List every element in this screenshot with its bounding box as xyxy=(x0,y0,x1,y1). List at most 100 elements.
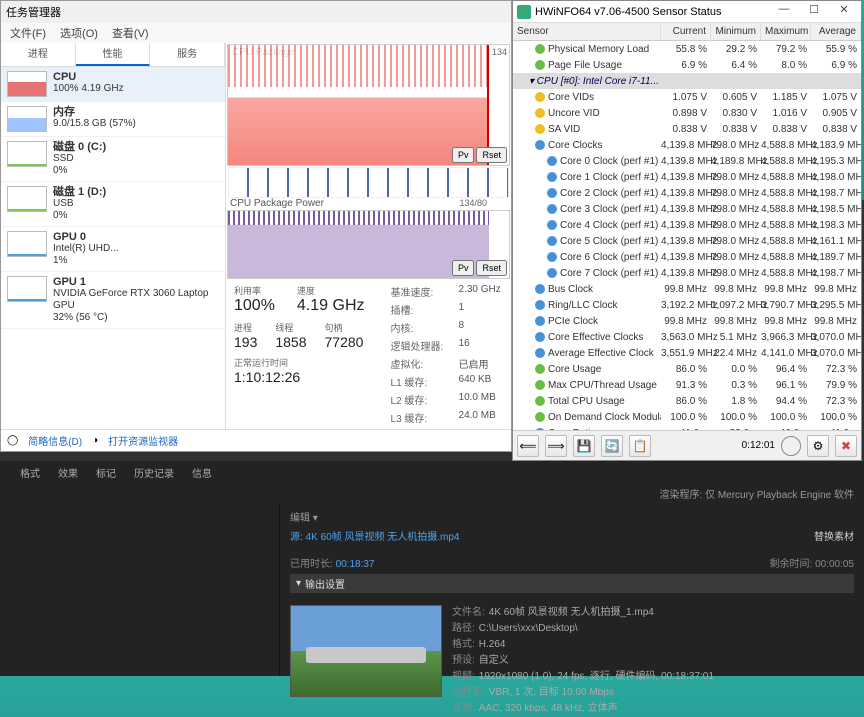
less-details-link[interactable]: 简略信息(D) xyxy=(28,433,82,448)
sensor-row[interactable]: Page File Usage6.9 %6.4 %8.0 %6.9 % xyxy=(513,57,861,73)
sensor-row[interactable]: Uncore VID0.898 V0.830 V1.016 V0.905 V xyxy=(513,105,861,121)
remain-label: 剩余时间: xyxy=(770,559,813,570)
sensor-row[interactable]: Core 6 Clock (perf #1)4,139.8 MHz798.0 M… xyxy=(513,249,861,265)
sensor-row[interactable]: Ring/LLC Clock3,192.2 MHz1,097.2 MHz3,79… xyxy=(513,297,861,313)
tool-settings[interactable]: ⚙ xyxy=(807,435,829,457)
chart2-reset-button[interactable]: Rset xyxy=(476,260,507,276)
chart2-prev-button[interactable]: Pv xyxy=(452,260,475,276)
tool-back[interactable]: ⟸ xyxy=(517,435,539,457)
tool-copy[interactable]: 📋 xyxy=(629,435,651,457)
sensor-row[interactable]: PCIe Clock99.8 MHz99.8 MHz99.8 MHz99.8 M… xyxy=(513,313,861,329)
sensor-row[interactable]: On Demand Clock Modulat...100.0 %100.0 %… xyxy=(513,409,861,425)
chart2-title: CPU Package Power xyxy=(230,198,324,209)
sensor-row[interactable]: Core Effective Clocks3,563.0 MHz5.1 MHz3… xyxy=(513,329,861,345)
expand-icon: ◯ xyxy=(7,435,18,446)
dot-icon xyxy=(547,156,557,166)
sensor-row[interactable]: Core 3 Clock (perf #1)4,139.8 MHz798.0 M… xyxy=(513,201,861,217)
sidebar-item-磁盘[interactable]: 磁盘 0 (C:)SSD0% xyxy=(1,137,225,182)
sensor-row[interactable]: Physical Memory Load55.8 %29.2 %79.2 %55… xyxy=(513,41,861,57)
sidebar-item-cpu[interactable]: CPU100% 4.19 GHz xyxy=(1,67,225,102)
sensor-group[interactable]: ▾ CPU [#0]: Intel Core i7-11... xyxy=(513,73,861,89)
video-thumbnail[interactable] xyxy=(290,605,442,697)
col-max[interactable]: Maximum xyxy=(761,23,811,40)
mini-chart xyxy=(7,276,47,302)
tm-menubar: 文件(F) 选项(O) 查看(V) xyxy=(1,23,511,43)
threads-value: 1858 xyxy=(275,334,306,350)
tm-title: 任务管理器 xyxy=(6,4,61,20)
sensor-row[interactable]: Average Effective Clock3,551.9 MHz22.4 M… xyxy=(513,345,861,361)
l2-value: 10.0 MB xyxy=(459,392,496,407)
hw-toolbar: ⟸ ⟹ 💾 🔄 📋 0:12:01 ⚙ ✖ xyxy=(513,430,861,460)
handles-value: 77280 xyxy=(325,334,364,350)
sensor-row[interactable]: Core 1 Clock (perf #1)4,139.8 MHz798.0 M… xyxy=(513,169,861,185)
transcode-label[interactable]: 替换素材 xyxy=(814,528,854,543)
virt-label: 虚拟化: xyxy=(391,356,451,371)
tab-services[interactable]: 服务 xyxy=(150,43,225,66)
dot-icon xyxy=(535,284,545,294)
sidebar-item-内存[interactable]: 内存9.0/15.8 GB (57%) xyxy=(1,102,225,137)
sensor-row[interactable]: Total CPU Usage86.0 %1.8 %94.4 %72.3 % xyxy=(513,393,861,409)
clip-tab[interactable]: ▾ 输出设置 xyxy=(290,574,854,593)
tm-tabs: 进程 性能 服务 xyxy=(1,43,225,67)
tab-performance[interactable]: 性能 xyxy=(76,43,151,66)
sensor-row[interactable]: Core Clocks4,139.8 MHz798.0 MHz4,588.8 M… xyxy=(513,137,861,153)
tm-footer: ◯ 简略信息(D) ◑ 打开资源监视器 xyxy=(1,429,511,451)
sensor-row[interactable]: Max CPU/Thread Usage91.3 %0.3 %96.1 %79.… xyxy=(513,377,861,393)
dot-icon xyxy=(547,204,557,214)
sidebar-item-gpu[interactable]: GPU 1NVIDIA GeForce RTX 3060 Laptop GPU3… xyxy=(1,272,225,329)
close-button[interactable]: ✕ xyxy=(831,3,857,21)
sidebar-item-磁盘[interactable]: 磁盘 1 (D:)USB0% xyxy=(1,182,225,227)
dot-icon xyxy=(547,188,557,198)
source-label: 源: 4K 60帧 风景视频 无人机拍摄.mp4 xyxy=(290,528,459,543)
lp-label: 逻辑处理器: xyxy=(391,338,451,353)
clip-metadata: 文件名:4K 60帧 风景视频 无人机拍摄_1.mp4路径:C:\Users\x… xyxy=(452,605,854,717)
sensor-row[interactable]: Core Usage86.0 %0.0 %96.4 %72.3 % xyxy=(513,361,861,377)
speed-label: 速度 xyxy=(297,284,365,297)
col-min[interactable]: Minimum xyxy=(711,23,761,40)
sensor-row[interactable]: Core VIDs1.075 V0.605 V1.185 V1.075 V xyxy=(513,89,861,105)
minimize-button[interactable]: — xyxy=(771,3,797,21)
chart1-reset-button[interactable]: Rset xyxy=(476,147,507,163)
tab-markers[interactable]: 标记 xyxy=(96,465,116,480)
core-value: 8 xyxy=(459,320,465,335)
col-current[interactable]: Current xyxy=(661,23,711,40)
sensor-row[interactable]: SA VID0.838 V0.838 V0.838 V0.838 V xyxy=(513,121,861,137)
sidebar-item-gpu[interactable]: GPU 0Intel(R) UHD...1% xyxy=(1,227,225,272)
tool-close[interactable]: ✖ xyxy=(835,435,857,457)
dot-icon xyxy=(535,140,545,150)
sensor-row[interactable]: Core 4 Clock (perf #1)4,139.8 MHz798.0 M… xyxy=(513,217,861,233)
tm-titlebar[interactable]: 任务管理器 xyxy=(1,1,511,23)
menu-view[interactable]: 查看(V) xyxy=(108,23,153,43)
col-sensor[interactable]: Sensor xyxy=(513,23,661,40)
tab-processes[interactable]: 进程 xyxy=(1,43,76,66)
dot-icon xyxy=(535,380,545,390)
tool-fwd[interactable]: ⟹ xyxy=(545,435,567,457)
sensor-row[interactable]: Core 2 Clock (perf #1)4,139.8 MHz798.0 M… xyxy=(513,185,861,201)
sensor-row[interactable]: Core 0 Clock (perf #1)4,139.8 MHz4,189.8… xyxy=(513,153,861,169)
tool-refresh[interactable]: 🔄 xyxy=(601,435,623,457)
sensor-row[interactable]: Core 5 Clock (perf #1)4,139.8 MHz798.0 M… xyxy=(513,233,861,249)
renderer-value: 仅 Mercury Playback Engine 软件 xyxy=(705,486,854,501)
menu-options[interactable]: 选项(O) xyxy=(56,23,102,43)
chart1-prev-button[interactable]: Pv xyxy=(452,147,475,163)
tab-format[interactable]: 格式 xyxy=(20,465,40,480)
cpu-chart: CPU Package 134 Pv Rset xyxy=(227,44,510,166)
proc-label: 进程 xyxy=(234,321,257,334)
clock-icon[interactable] xyxy=(781,436,801,456)
tab-info[interactable]: 信息 xyxy=(192,465,212,480)
dot-icon xyxy=(535,108,545,118)
tm-right-pane: CPU Package 134 Pv Rset CPU Package Powe… xyxy=(226,43,511,429)
tab-effects[interactable]: 效果 xyxy=(58,465,78,480)
sock-label: 插槽: xyxy=(391,302,451,317)
tab-history[interactable]: 历史记录 xyxy=(134,465,174,480)
hw-sensor-list[interactable]: Physical Memory Load55.8 %29.2 %79.2 %55… xyxy=(513,41,861,430)
tool-save[interactable]: 💾 xyxy=(573,435,595,457)
sensor-row[interactable]: Core 7 Clock (perf #1)4,139.8 MHz798.0 M… xyxy=(513,265,861,281)
panel-label[interactable]: 编辑 ▾ xyxy=(290,509,854,524)
hw-titlebar[interactable]: HWiNFO64 v7.06-4500 Sensor Status — ☐ ✕ xyxy=(513,1,861,23)
maximize-button[interactable]: ☐ xyxy=(801,3,827,21)
sensor-row[interactable]: Bus Clock99.8 MHz99.8 MHz99.8 MHz99.8 MH… xyxy=(513,281,861,297)
col-avg[interactable]: Average xyxy=(811,23,861,40)
resource-monitor-link[interactable]: 打开资源监视器 xyxy=(108,433,178,448)
menu-file[interactable]: 文件(F) xyxy=(6,23,50,43)
